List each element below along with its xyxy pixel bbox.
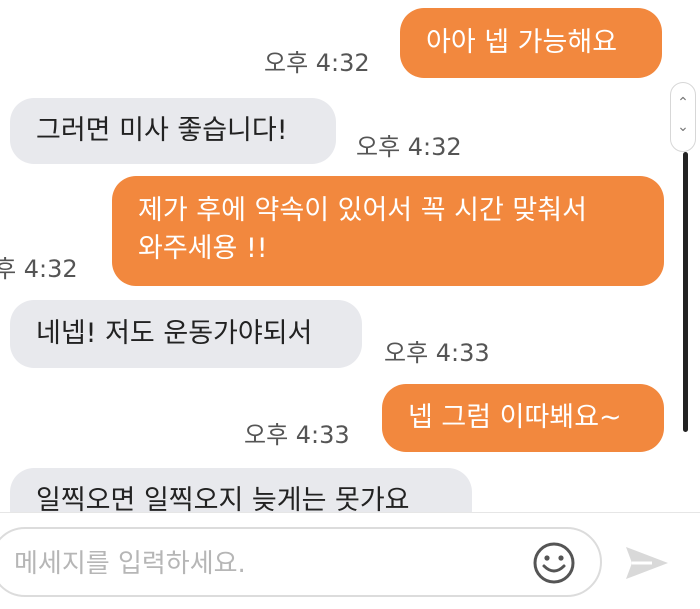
- send-arrow-icon[interactable]: [622, 543, 672, 583]
- message-timestamp: 오후 4:33: [384, 339, 490, 367]
- message-line: 제가 후에 약속이 있어서 꼭 시간 맞춰서: [138, 195, 587, 226]
- message-timestamp: 오후 4:33: [244, 421, 350, 449]
- scroll-arrows[interactable]: ⌃ ⌄: [670, 82, 696, 152]
- scroll-down-icon[interactable]: ⌄: [671, 117, 695, 137]
- smiley-icon[interactable]: [532, 541, 576, 585]
- message-bubble-incoming: 네넵! 저도 운동가야되서: [10, 300, 362, 368]
- message-line: 와주세용 !!: [138, 233, 268, 264]
- message-bubble-outgoing: 아아 넵 가능해요: [400, 8, 662, 78]
- message-bubble-incoming: 그러면 미사 좋습니다!: [10, 98, 336, 164]
- message-bubble-outgoing: 제가 후에 약속이 있어서 꼭 시간 맞춰서 와주세용 !!: [112, 176, 664, 286]
- message-input[interactable]: [12, 543, 516, 585]
- message-input-container[interactable]: [0, 527, 602, 597]
- message-timestamp: 오후 4:32: [264, 49, 370, 77]
- message-bubble-outgoing: 넵 그럼 이따봬요~: [382, 384, 664, 452]
- scrollbar-thumb[interactable]: [683, 152, 688, 432]
- message-timestamp: 오후 4:32: [0, 255, 78, 283]
- scroll-up-icon[interactable]: ⌃: [671, 93, 695, 113]
- message-composer: [0, 512, 700, 609]
- message-timestamp: 오후 4:32: [356, 133, 462, 161]
- chat-message-list: 아아 넵 가능해요 오후 4:32 그러면 미사 좋습니다! 오후 4:32 제…: [0, 0, 700, 512]
- message-bubble-incoming: 일찍오면 일찍오지 늦게는 못가요: [10, 468, 472, 512]
